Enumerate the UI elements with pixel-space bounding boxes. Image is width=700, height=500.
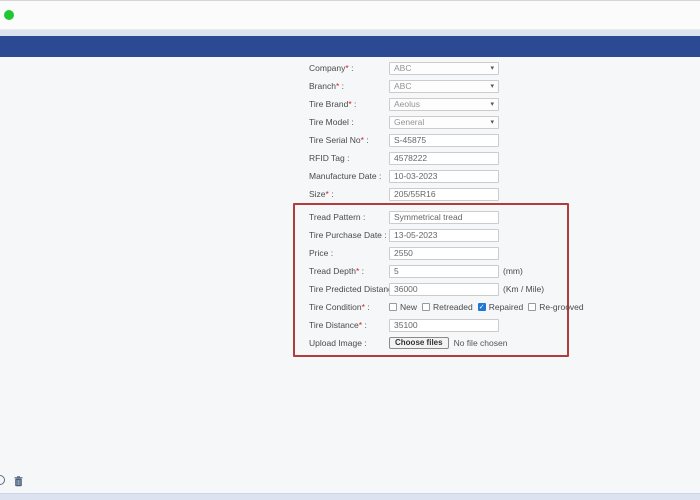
field-label: Tire Brand* : [309,99,389,109]
field-label: Price : [309,248,389,258]
chevron-down-icon: ▾ [490,118,494,126]
field-label: Size* : [309,189,389,199]
unit-label: (Km / Mile) [503,284,544,294]
checkbox-label: New [400,302,417,312]
field-label: Upload Image : [309,338,389,348]
required-asterisk: * [356,266,359,276]
form-row-tire-condition: Tire Condition* :NewRetreaded✓RepairedRe… [309,298,565,316]
navbar [0,36,700,57]
form-row-branch: Branch* : ABC ▾ [293,77,569,95]
rfid-tag-input[interactable]: 4578222 [389,152,499,165]
new-checkbox[interactable] [389,303,397,311]
choose-files-button[interactable]: Choose files [389,337,449,349]
required-asterisk: * [345,63,348,73]
tire-form: Company* :ABC▾Branch* :ABC▾Tire Brand* :… [293,59,569,357]
form-row-tire-purchase-date: Tire Purchase Date :13-05-2023 [309,226,565,244]
field-label: Branch* : [309,81,389,91]
form-rows-top: Company* :ABC▾Branch* :ABC▾Tire Brand* :… [293,59,569,203]
circle-icon[interactable] [0,475,5,485]
field-label: Tread Depth* : [309,266,389,276]
tire-predicted-distance-input[interactable]: 36000 [389,283,499,296]
checkbox-label: Re-grooved [539,302,583,312]
checkbox-label: Repaired [489,302,524,312]
field-label: Tire Serial No* : [309,135,389,145]
field-label: Manufacture Date : [309,171,389,181]
tire-condition-checkbox-group: New Retreaded ✓Repaired Re-grooved [389,302,586,312]
footer-toolbar [0,473,60,487]
field-label: Tread Pattern : [309,212,389,222]
field-label: Tire Distance* : [309,320,389,330]
form-row-tire-distance: Tire Distance* :35100 [309,316,565,334]
trash-icon[interactable] [14,474,23,492]
field-label: Tire Purchase Date : [309,230,389,240]
form-row-tire-model: Tire Model : General ▾ [293,113,569,131]
form-row-tire-brand: Tire Brand* : Aeolus ▾ [293,95,569,113]
form-row-tire-predicted-distance: Tire Predicted Distance* :36000 (Km / Mil… [309,280,565,298]
form-row-upload-image: Upload Image :Choose files No file chosen [309,334,565,352]
chevron-down-icon: ▾ [490,64,494,72]
form-row-tire-serial-no: Tire Serial No* :S-45875 [293,131,569,149]
upload-image-control: Choose files No file chosen [389,337,507,349]
tire-model-select[interactable]: General ▾ [389,116,499,129]
tire-brand-select[interactable]: Aeolus ▾ [389,98,499,111]
field-label: Tire Predicted Distance* : [309,284,389,294]
company-select[interactable]: ABC ▾ [389,62,499,75]
required-asterisk: * [361,135,364,145]
retreaded-checkbox[interactable] [422,303,430,311]
chevron-down-icon: ▾ [490,100,494,108]
form-row-rfid-tag: RFID Tag :4578222 [293,149,569,167]
highlight-red-box: Tread Pattern :Symmetrical treadTire Pur… [293,203,569,357]
form-row-tread-depth: Tread Depth* :5 (mm) [309,262,565,280]
selected-value: General [394,117,424,127]
tire-purchase-date-input[interactable]: 13-05-2023 [389,229,499,242]
form-row-tread-pattern: Tread Pattern :Symmetrical tread [309,208,565,226]
unit-label: (mm) [503,266,523,276]
window-traffic-light-icon[interactable] [4,10,14,20]
chevron-down-icon: ▾ [490,82,494,90]
repaired-checkbox[interactable]: ✓ [478,303,486,311]
field-label: Company* : [309,63,389,73]
form-row-size: Size* :205/55R16 [293,185,569,203]
required-asterisk: * [336,81,339,91]
page-content: Company* :ABC▾Branch* :ABC▾Tire Brand* :… [0,57,700,493]
form-row-company: Company* : ABC ▾ [293,59,569,77]
required-asterisk: * [359,320,362,330]
selected-value: Aeolus [394,99,420,109]
field-label: RFID Tag : [309,153,389,163]
required-asterisk: * [362,302,365,312]
form-row-price: Price :2550 [309,244,565,262]
field-label: Tire Condition* : [309,302,389,312]
tread-depth-input[interactable]: 5 [389,265,499,278]
re-grooved-checkbox[interactable] [528,303,536,311]
tread-pattern-input[interactable]: Symmetrical tread [389,211,499,224]
required-asterisk: * [348,99,351,109]
field-label: Tire Model : [309,117,389,127]
checkbox-label: Retreaded [433,302,473,312]
form-row-manufacture-date: Manufacture Date :10-03-2023 [293,167,569,185]
branch-select[interactable]: ABC ▾ [389,80,499,93]
selected-value: ABC [394,81,411,91]
footer-strip [0,493,700,500]
manufacture-date-input[interactable]: 10-03-2023 [389,170,499,183]
file-chosen-status: No file chosen [454,338,508,348]
tire-serial-no-input[interactable]: S-45875 [389,134,499,147]
price-input[interactable]: 2550 [389,247,499,260]
selected-value: ABC [394,63,411,73]
required-asterisk: * [326,189,329,199]
size-input[interactable]: 205/55R16 [389,188,499,201]
tire-distance-input[interactable]: 35100 [389,319,499,332]
window-title-bar [0,0,700,30]
